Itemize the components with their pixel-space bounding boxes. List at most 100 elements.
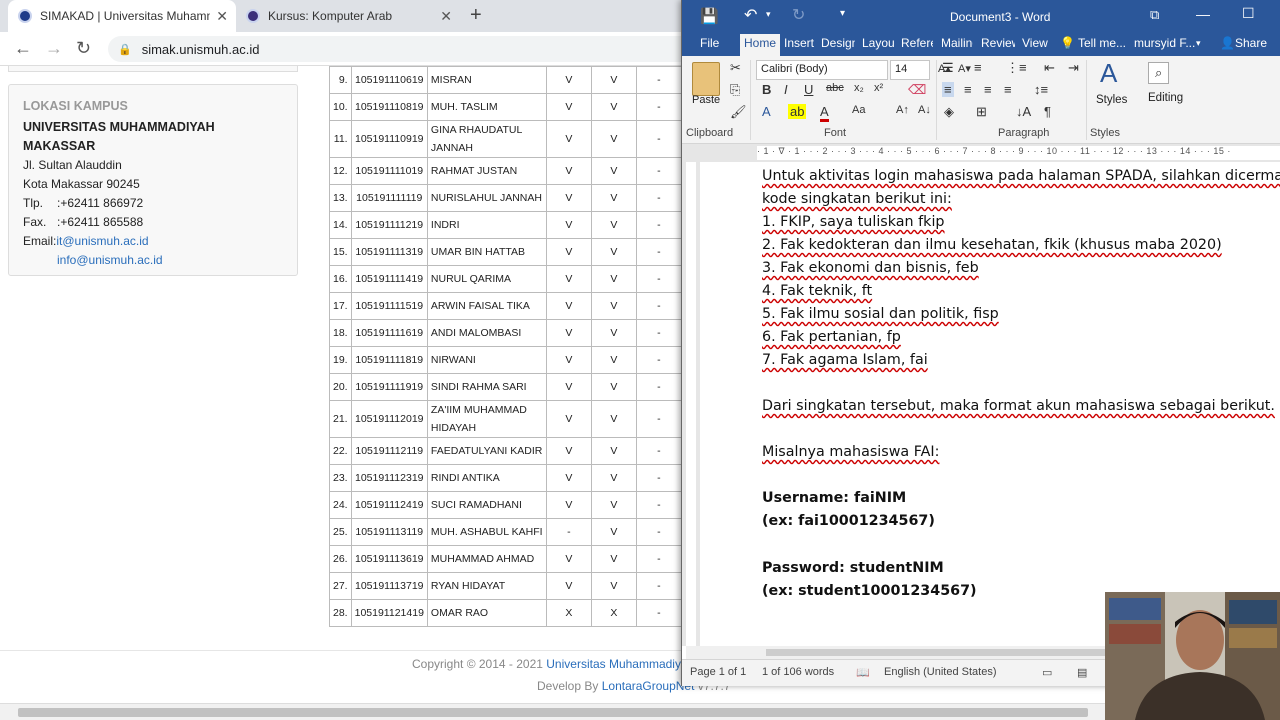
subscript-icon[interactable]: x₂ <box>854 82 864 94</box>
url-field[interactable]: 🔒 simak.unismuh.ac.id <box>108 36 698 62</box>
forward-arrow-icon[interactable]: → <box>45 38 63 59</box>
maximize-icon[interactable]: ☐ <box>1242 5 1255 22</box>
format-painter-icon[interactable]: 🖌 <box>730 104 747 120</box>
sort-icon[interactable]: ↓A <box>1016 104 1031 119</box>
tab-references[interactable]: References <box>901 36 933 50</box>
paste-icon[interactable] <box>692 62 720 96</box>
new-tab-plus-icon[interactable]: + <box>470 4 482 27</box>
bullets-icon[interactable]: ☰ <box>942 60 954 76</box>
tab-layout[interactable]: Layout <box>862 36 894 50</box>
paste-label[interactable]: Paste <box>692 94 720 106</box>
copy-icon[interactable]: ⎘ <box>730 82 740 98</box>
account-dropdown-icon[interactable]: ▾ <box>1196 38 1201 49</box>
justify-icon[interactable]: ≡ <box>1004 82 1012 97</box>
tab-view[interactable]: View <box>1022 36 1048 50</box>
tab-file[interactable]: File <box>700 36 719 50</box>
superscript-icon[interactable]: x² <box>874 82 883 94</box>
font-color-icon[interactable]: A <box>820 104 829 122</box>
user-account[interactable]: mursyid F... <box>1134 36 1195 50</box>
save-icon[interactable]: 💾 <box>700 7 719 25</box>
attendance-mark-3: - <box>635 373 682 401</box>
decrease-font-icon[interactable]: A↓ <box>918 104 931 116</box>
align-center-icon[interactable]: ≡ <box>964 82 972 97</box>
row-number: 18. <box>329 319 352 347</box>
tab-design[interactable]: Design <box>821 36 855 50</box>
bold-icon[interactable]: B <box>762 82 771 97</box>
print-layout-icon[interactable]: ▤ <box>1077 666 1087 679</box>
underline-icon[interactable]: U <box>804 82 813 97</box>
redo-icon[interactable]: ↻ <box>792 5 805 25</box>
tab-home[interactable]: Home <box>740 34 781 56</box>
shading-icon[interactable]: ◈ <box>944 104 954 120</box>
vertical-ruler <box>682 162 700 646</box>
align-left-icon[interactable]: ≡ <box>942 82 954 97</box>
increase-indent-icon[interactable]: ⇥ <box>1068 60 1079 76</box>
student-name: SINDI RAHMA SARI <box>426 373 547 401</box>
attendance-mark-3: - <box>635 292 682 320</box>
font-size-box[interactable]: 14 <box>890 60 930 80</box>
align-right-icon[interactable]: ≡ <box>984 82 992 97</box>
share-button[interactable]: Share <box>1235 36 1267 50</box>
row-number: 10. <box>329 93 352 121</box>
read-mode-icon[interactable]: ▭ <box>1042 666 1052 679</box>
email-link-info[interactable]: info@unismuh.ac.id <box>57 253 163 267</box>
customize-qat-icon[interactable]: ▾ <box>840 8 845 19</box>
strikethrough-icon[interactable]: abc <box>826 82 844 94</box>
close-tab-icon[interactable]: ✕ <box>216 8 228 25</box>
highlight-icon[interactable]: ab <box>788 104 807 119</box>
styles-icon[interactable]: A <box>1100 58 1117 89</box>
clear-formatting-icon[interactable]: ⌫ <box>908 82 926 98</box>
page-horizontal-scrollbar[interactable] <box>0 703 1105 720</box>
back-arrow-icon[interactable]: ← <box>14 38 32 59</box>
tab-review[interactable]: Review <box>981 36 1015 50</box>
tell-me-box[interactable]: Tell me... <box>1078 36 1126 50</box>
borders-icon[interactable]: ⊞ <box>976 104 987 120</box>
tab-mailings[interactable]: Mailings <box>941 36 973 50</box>
multilevel-list-icon[interactable]: ⋮≡ <box>1006 60 1027 76</box>
minimize-icon[interactable]: — <box>1196 6 1210 22</box>
cut-icon[interactable]: ✂ <box>730 60 741 76</box>
browser-tab-kursus[interactable]: Kursus: Komputer Arab ✕ <box>236 0 460 32</box>
ribbon-display-icon[interactable]: ⧉ <box>1150 7 1159 23</box>
attendance-mark-2: V <box>590 545 637 573</box>
styles-label[interactable]: Styles <box>1096 94 1127 106</box>
undo-dropdown-icon[interactable]: ▾ <box>766 9 771 20</box>
student-name: ZA'IIM MUHAMMAD HIDAYAH <box>426 400 547 438</box>
attendance-mark-1: V <box>545 346 592 374</box>
line-spacing-icon[interactable]: ↕≡ <box>1034 82 1048 97</box>
proofing-icon[interactable]: 📖 <box>856 666 870 679</box>
page-footer: Copyright © 2014 - 2021 Universitas Muha… <box>0 650 750 706</box>
font-name-box[interactable]: Calibri (Body) <box>756 60 888 80</box>
decrease-indent-icon[interactable]: ⇤ <box>1044 60 1055 76</box>
student-name: NURISLAHUL JANNAH <box>426 184 547 212</box>
student-name: ANDI MALOMBASI <box>426 319 547 347</box>
student-name: SUCI RAMADHANI <box>426 491 547 519</box>
italic-icon[interactable]: I <box>784 82 788 97</box>
student-nim: 105191111519 <box>350 292 428 320</box>
increase-font-icon[interactable]: A↑ <box>896 104 909 116</box>
change-case-icon[interactable]: Aa <box>852 104 865 116</box>
attendance-mark-3: - <box>635 491 682 519</box>
email-link-it[interactable]: it@unismuh.ac.id <box>56 234 148 248</box>
text-effects-icon[interactable]: A <box>762 104 771 119</box>
undo-icon[interactable]: ↶ <box>744 5 757 25</box>
document-title: Document3 - Word <box>950 10 1051 24</box>
close-tab-icon[interactable]: ✕ <box>440 8 452 25</box>
attendance-mark-3: - <box>635 437 682 465</box>
browser-tab-simakad[interactable]: SIMAKAD | Universitas Muhammadiyah Makas… <box>8 0 236 32</box>
student-name: MISRAN <box>426 66 547 94</box>
find-icon[interactable]: ⌕ <box>1148 62 1170 84</box>
shrink-font-icon[interactable]: A▾ <box>958 62 971 75</box>
document-body[interactable]: Untuk aktivitas login mahasiswa pada hal… <box>700 162 1280 646</box>
language-indicator[interactable]: English (United States) <box>884 666 997 678</box>
group-divider <box>936 60 937 140</box>
reload-icon[interactable]: ↻ <box>76 38 91 59</box>
word-count[interactable]: 1 of 106 words <box>762 666 834 678</box>
editing-label[interactable]: Editing <box>1148 92 1183 104</box>
page-count[interactable]: Page 1 of 1 <box>690 666 746 678</box>
numbering-icon[interactable]: ≡ <box>974 60 982 75</box>
tab-insert[interactable]: Insert <box>784 36 818 50</box>
show-marks-icon[interactable]: ¶ <box>1044 104 1051 119</box>
attendance-mark-1: V <box>545 400 592 438</box>
scrollbar-thumb[interactable] <box>18 708 1088 717</box>
